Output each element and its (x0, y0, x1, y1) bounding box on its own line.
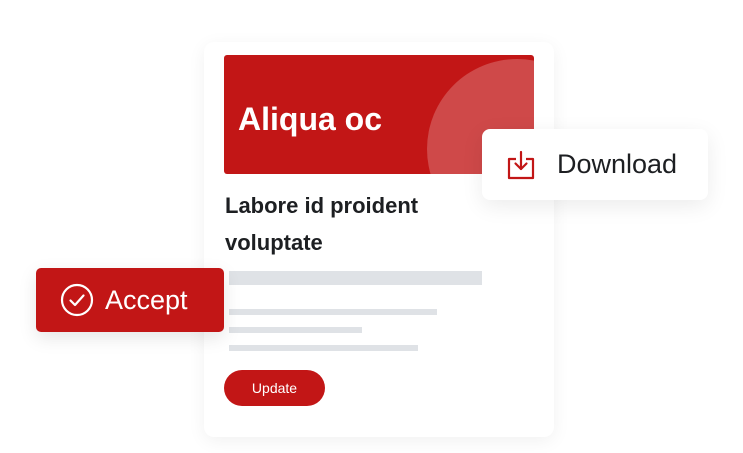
placeholder-line (229, 345, 418, 351)
placeholder-line (229, 271, 482, 285)
placeholder-line (229, 327, 362, 333)
card-title: Labore id proident voluptate (225, 193, 419, 255)
download-button[interactable]: Download (482, 129, 708, 200)
placeholder-line (229, 309, 437, 315)
accept-label: Accept (105, 284, 188, 315)
update-button[interactable]: Update (224, 370, 325, 406)
hero-title: Aliqua oc (238, 101, 383, 137)
check-circle-icon (60, 283, 94, 317)
accept-button[interactable]: Accept (36, 268, 224, 332)
download-label: Download (557, 149, 678, 179)
download-tray-icon (507, 150, 535, 179)
